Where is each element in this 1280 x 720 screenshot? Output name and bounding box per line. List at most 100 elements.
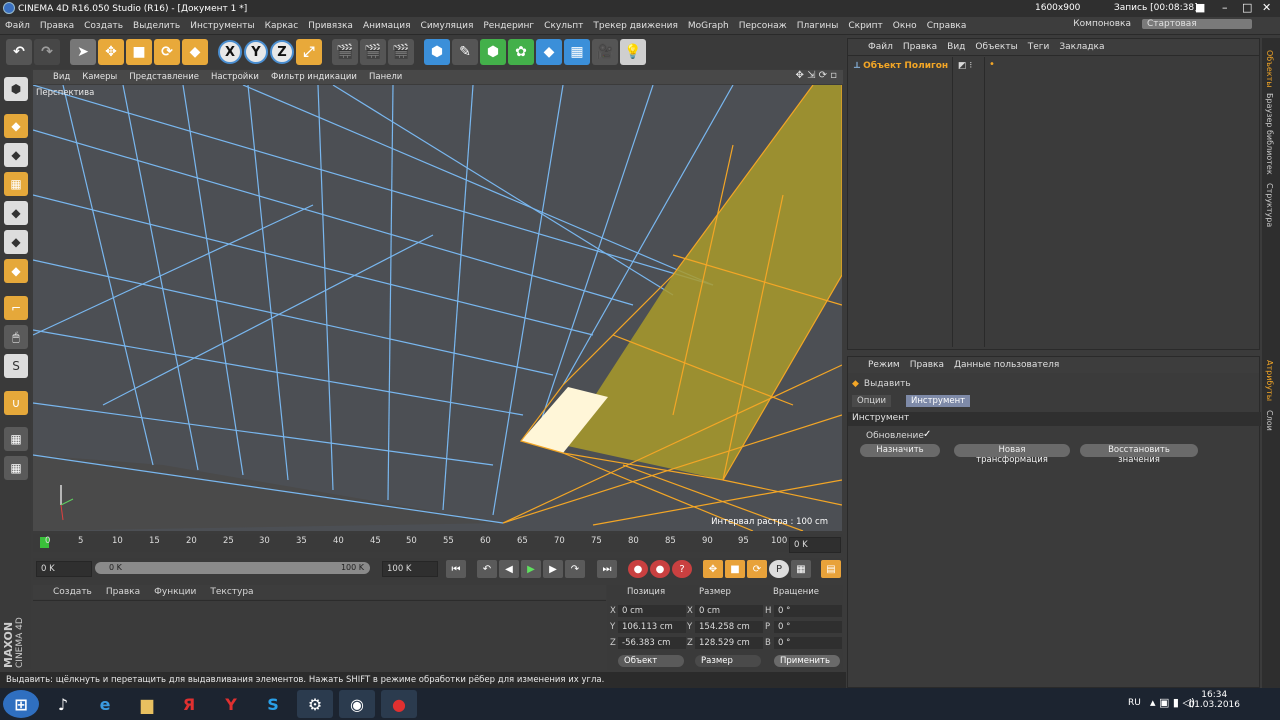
- recorder-taskbar-icon[interactable]: ●: [381, 690, 417, 718]
- menu-simulate[interactable]: Симуляция: [416, 21, 479, 31]
- menu-character[interactable]: Персонаж: [734, 21, 792, 31]
- timeline-window-icon[interactable]: ▤: [821, 560, 841, 578]
- viewport-menu-filter[interactable]: Фильтр индикации: [271, 72, 357, 82]
- timeline-ruler[interactable]: 0 5 10 15 20 25 30 35 40 45 50 55 60 65 …: [33, 534, 843, 553]
- rot-b-field[interactable]: 0 °: [774, 637, 842, 649]
- obj-menu-view[interactable]: Вид: [947, 42, 965, 52]
- menu-animate[interactable]: Анимация: [358, 21, 416, 31]
- model-mode-icon[interactable]: ◆: [4, 114, 28, 138]
- start-frame-field[interactable]: 0 K: [36, 561, 92, 577]
- tab-structure[interactable]: Структура: [1265, 183, 1274, 227]
- maximize-button[interactable]: □: [1242, 1, 1252, 14]
- menu-mograph[interactable]: MoGraph: [683, 21, 734, 31]
- tweak-mode-icon[interactable]: 🖱: [4, 325, 28, 349]
- language-indicator[interactable]: RU: [1128, 698, 1141, 708]
- key-scale-icon[interactable]: ■: [725, 560, 745, 578]
- current-frame-field[interactable]: 0 K: [789, 537, 841, 553]
- close-button[interactable]: ✕: [1262, 1, 1271, 14]
- skype-icon[interactable]: S: [255, 690, 291, 718]
- tab-objects[interactable]: Объекты: [1265, 50, 1274, 88]
- move-icon[interactable]: ✥: [98, 39, 124, 65]
- viewport-menu-cameras[interactable]: Камеры: [82, 72, 117, 82]
- size-z-field[interactable]: 128.529 cm: [695, 637, 763, 649]
- prev-frame-icon[interactable]: ◀: [499, 560, 519, 578]
- record-keys-icon[interactable]: ●: [628, 560, 648, 578]
- viewport-menu-view[interactable]: Вид: [53, 72, 70, 82]
- key-parameter-icon[interactable]: P: [769, 560, 789, 578]
- size-y-field[interactable]: 154.258 cm: [695, 621, 763, 633]
- camera-icon[interactable]: ■: [1195, 1, 1205, 14]
- menu-mesh[interactable]: Каркас: [260, 21, 304, 31]
- rot-p-field[interactable]: 0 °: [774, 621, 842, 633]
- internet-explorer-icon[interactable]: e: [87, 690, 123, 718]
- steam-icon[interactable]: ⚙: [297, 690, 333, 718]
- menu-motion-tracker[interactable]: Трекер движения: [588, 21, 682, 31]
- redo-icon[interactable]: ↷: [34, 39, 60, 65]
- deformer-icon[interactable]: ◆: [536, 39, 562, 65]
- attr-menu-edit[interactable]: Правка: [910, 360, 944, 370]
- planar-workplane-icon[interactable]: ▦: [4, 456, 28, 480]
- attr-menu-userdata[interactable]: Данные пользователя: [954, 360, 1059, 370]
- workplane-lock-icon[interactable]: ▦: [4, 427, 28, 451]
- cinema4d-taskbar-icon[interactable]: ◉: [339, 690, 375, 718]
- perspective-viewport[interactable]: Перспектива Интервал растра : 100 cm: [33, 85, 842, 531]
- obj-menu-edit[interactable]: Правка: [903, 42, 937, 52]
- viewport-nav-icons[interactable]: ✥ ⇲ ⟳ ▫: [796, 70, 837, 81]
- viewport-menu-display[interactable]: Представление: [129, 72, 199, 82]
- menu-file[interactable]: Файл: [0, 21, 35, 31]
- keyframe-selection-icon[interactable]: ?: [672, 560, 692, 578]
- subdivision-surface-icon[interactable]: ⬢: [480, 39, 506, 65]
- key-rotation-icon[interactable]: ⟳: [747, 560, 767, 578]
- menu-sculpt[interactable]: Скульпт: [539, 21, 588, 31]
- explorer-folder-icon[interactable]: ▆: [129, 690, 165, 718]
- render-settings-icon[interactable]: 🎬: [388, 39, 414, 65]
- next-frame-icon[interactable]: ▶: [543, 560, 563, 578]
- prev-key-icon[interactable]: ↶: [477, 560, 497, 578]
- reset-values-button[interactable]: Восстановить значения: [1080, 444, 1198, 465]
- new-transform-button[interactable]: Новая трансформация: [954, 444, 1070, 465]
- material-menu-texture[interactable]: Текстура: [210, 587, 253, 597]
- update-checkbox[interactable]: ✓: [923, 429, 931, 440]
- layout-select[interactable]: Стартовая: [1142, 19, 1252, 29]
- material-menu-edit[interactable]: Правка: [106, 587, 140, 597]
- obj-menu-file[interactable]: Файл: [868, 42, 893, 52]
- array-icon[interactable]: ✿: [508, 39, 534, 65]
- tab-options[interactable]: Опции: [852, 395, 892, 407]
- attr-menu-mode[interactable]: Режим: [868, 360, 900, 370]
- points-mode-icon[interactable]: ◆: [4, 201, 28, 225]
- menu-tools[interactable]: Инструменты: [185, 21, 259, 31]
- visibility-toggle-icon[interactable]: ◩ ⁝: [958, 61, 972, 71]
- menu-plugins[interactable]: Плагины: [792, 21, 844, 31]
- y-axis-lock-icon[interactable]: Y: [244, 40, 268, 64]
- material-menu-function[interactable]: Функции: [154, 587, 196, 597]
- system-clock[interactable]: 16:34 01.03.2016: [1188, 690, 1240, 710]
- material-manager[interactable]: [33, 600, 606, 668]
- key-position-icon[interactable]: ✥: [703, 560, 723, 578]
- texture-mode-icon[interactable]: ◆: [4, 143, 28, 167]
- material-menu-create[interactable]: Создать: [53, 587, 92, 597]
- end-frame-field[interactable]: 100 K: [382, 561, 438, 577]
- app-icon-1[interactable]: ♪: [45, 690, 81, 718]
- polygons-mode-icon[interactable]: ◆: [4, 259, 28, 283]
- x-axis-lock-icon[interactable]: X: [218, 40, 242, 64]
- rot-h-field[interactable]: 0 °: [774, 605, 842, 617]
- coord-mode-dropdown[interactable]: Объект: [618, 655, 684, 667]
- coordinate-system-icon[interactable]: ⤢: [296, 39, 322, 65]
- floor-icon[interactable]: ▦: [564, 39, 590, 65]
- obj-menu-tags[interactable]: Теги: [1028, 42, 1050, 52]
- menu-render[interactable]: Рендеринг: [478, 21, 539, 31]
- menu-select[interactable]: Выделить: [128, 21, 185, 31]
- minimize-button[interactable]: –: [1222, 1, 1228, 14]
- workplane-icon[interactable]: ▦: [4, 172, 28, 196]
- viewport-menu-options[interactable]: Настройки: [211, 72, 259, 82]
- play-icon[interactable]: ▶: [521, 560, 541, 578]
- object-tree-item[interactable]: ⟂ Объект Полигон: [854, 61, 948, 71]
- menu-script[interactable]: Скрипт: [843, 21, 887, 31]
- viewport-menu-panels[interactable]: Панели: [369, 72, 402, 82]
- apply-tool-button[interactable]: Назначить: [860, 444, 940, 457]
- key-pla-icon[interactable]: ▦: [791, 560, 811, 578]
- size-mode-dropdown[interactable]: Размер: [695, 655, 761, 667]
- yandex-icon[interactable]: Y: [213, 690, 249, 718]
- size-x-field[interactable]: 0 cm: [695, 605, 763, 617]
- tab-layers[interactable]: Слои: [1265, 410, 1274, 431]
